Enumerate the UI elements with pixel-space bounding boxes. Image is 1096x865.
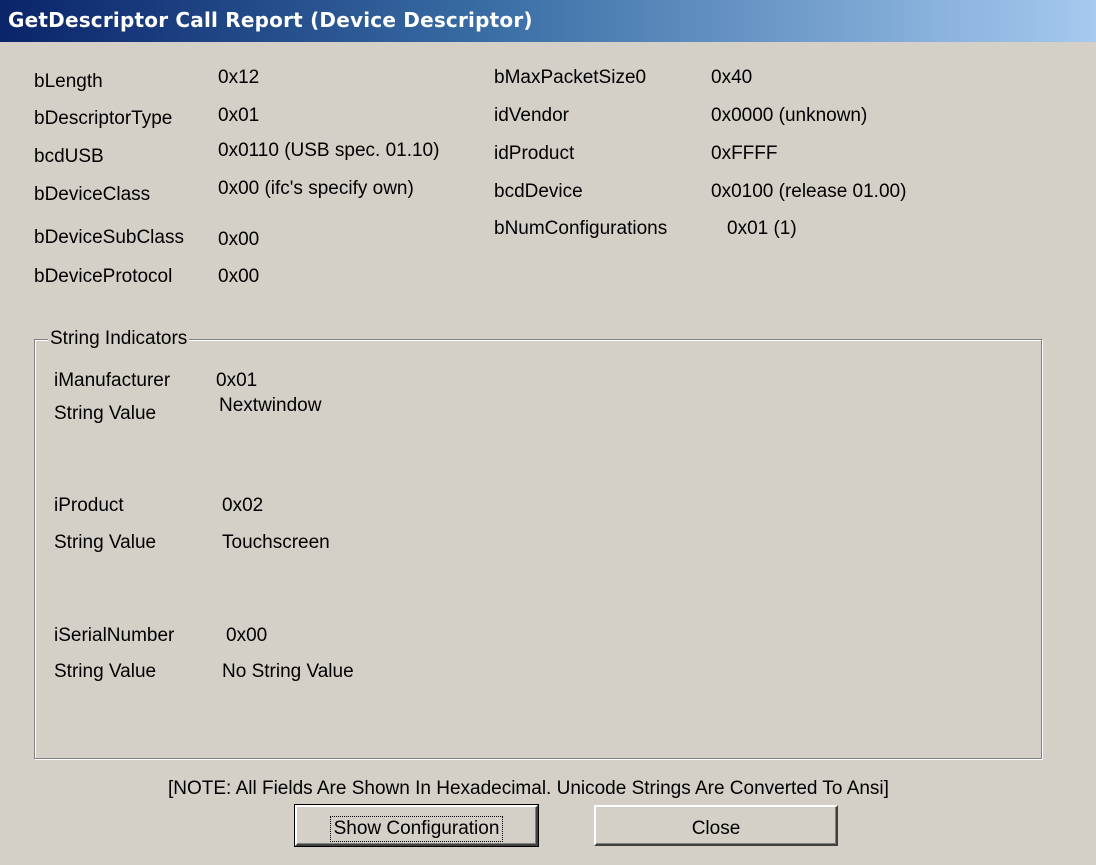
- imanufacturer-string-label: String Value: [54, 403, 157, 424]
- field-value-blength: 0x12: [218, 67, 260, 88]
- field-value-bdescriptortype: 0x01: [218, 105, 260, 126]
- descriptor-report-dialog: GetDescriptor Call Report (Device Descri…: [0, 0, 1096, 865]
- field-value-bcdusb: 0x0110 (USB spec. 01.10): [218, 140, 440, 161]
- imanufacturer-value: 0x01: [216, 370, 258, 391]
- show-configuration-button[interactable]: Show Configuration: [294, 804, 539, 847]
- field-label-bdevicesubclass: bDeviceSubClass: [34, 227, 184, 248]
- field-label-bcdusb: bcdUSB: [34, 146, 104, 167]
- field-value-bdeviceclass: 0x00 (ifc's specify own): [218, 178, 414, 199]
- field-label-bdeviceclass: bDeviceClass: [34, 184, 151, 205]
- field-label-idproduct: idProduct: [494, 143, 575, 164]
- iproduct-value: 0x02: [222, 495, 264, 516]
- string-indicators-legend: String Indicators: [48, 328, 190, 350]
- field-value-idproduct: 0xFFFF: [711, 143, 778, 164]
- close-button-label: Close: [691, 818, 741, 839]
- iserialnumber-label: iSerialNumber: [54, 625, 175, 646]
- iserialnumber-string-value: No String Value: [222, 661, 354, 682]
- field-label-blength: bLength: [34, 71, 103, 92]
- field-value-bdeviceprotocol: 0x00: [218, 266, 260, 287]
- close-button[interactable]: Close: [594, 805, 838, 846]
- window-title: GetDescriptor Call Report (Device Descri…: [8, 8, 533, 32]
- field-value-bnumconfigurations: 0x01 (1): [727, 218, 797, 239]
- field-label-bcddevice: bcdDevice: [494, 181, 583, 202]
- iproduct-string-value: Touchscreen: [222, 532, 330, 553]
- field-label-bnumconfigurations: bNumConfigurations: [494, 218, 668, 239]
- field-label-bmaxpacketsize0: bMaxPacketSize0: [494, 67, 647, 88]
- string-indicators-group: [34, 339, 1042, 759]
- iproduct-string-label: String Value: [54, 532, 157, 553]
- show-configuration-button-label: Show Configuration: [329, 816, 504, 842]
- field-value-bcddevice: 0x0100 (release 01.00): [711, 181, 907, 202]
- title-bar[interactable]: GetDescriptor Call Report (Device Descri…: [0, 0, 1096, 42]
- field-label-bdeviceprotocol: bDeviceProtocol: [34, 266, 173, 287]
- field-label-idvendor: idVendor: [494, 105, 570, 126]
- imanufacturer-label: iManufacturer: [54, 370, 171, 391]
- iproduct-label: iProduct: [54, 495, 124, 516]
- imanufacturer-string-value: Nextwindow: [219, 395, 322, 416]
- iserialnumber-value: 0x00: [226, 625, 268, 646]
- field-value-bdevicesubclass: 0x00: [218, 229, 260, 250]
- iserialnumber-string-label: String Value: [54, 661, 157, 682]
- field-value-idvendor: 0x0000 (unknown): [711, 105, 868, 126]
- hex-ansi-note: [NOTE: All Fields Are Shown In Hexadecim…: [168, 778, 889, 799]
- field-label-bdescriptortype: bDescriptorType: [34, 108, 173, 129]
- field-value-bmaxpacketsize0: 0x40: [711, 67, 753, 88]
